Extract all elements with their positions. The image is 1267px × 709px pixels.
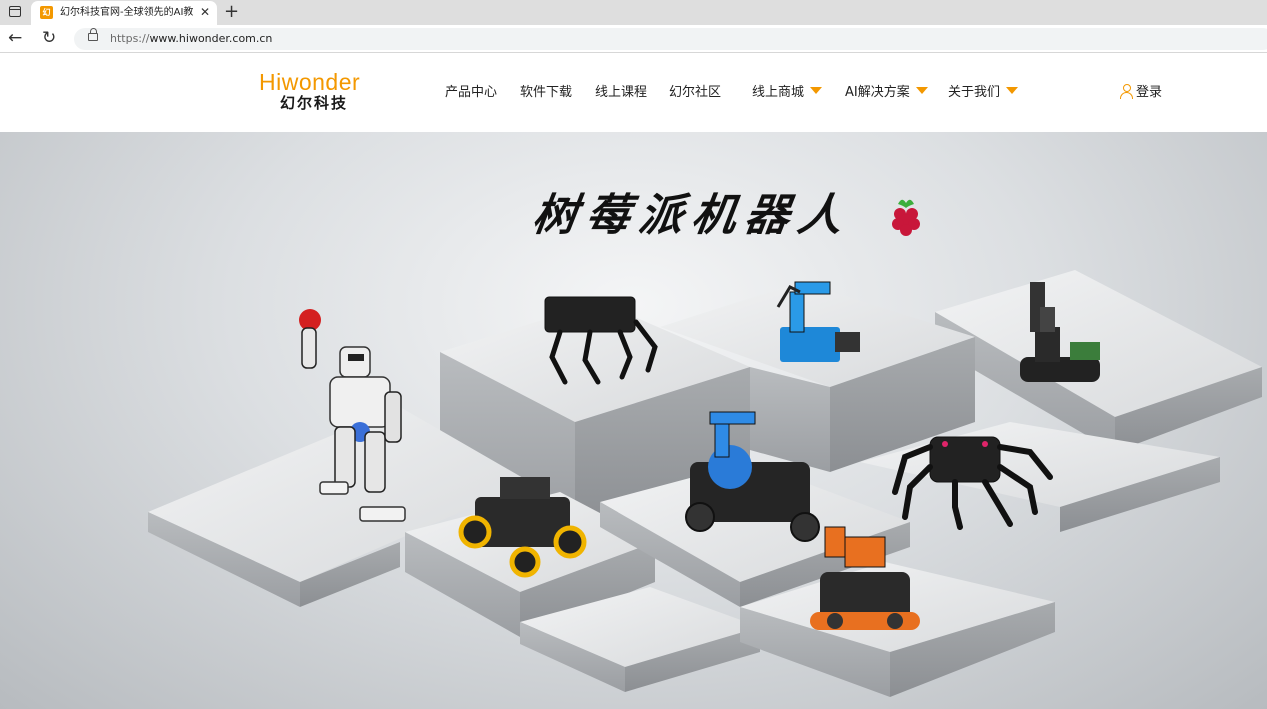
nav-label: 幻尔社区: [669, 85, 722, 100]
hero-banner[interactable]: 树莓派机器人: [0, 132, 1267, 709]
url-host: www.hiwonder.com.cn: [149, 32, 273, 45]
url-input[interactable]: https://www.hiwonder.com.cn: [74, 28, 1267, 50]
nav-item-about[interactable]: 关于我们: [948, 84, 1019, 102]
plus-icon[interactable]: +: [224, 1, 239, 23]
login-label: 登录: [1136, 85, 1163, 100]
back-arrow-icon[interactable]: ←: [8, 28, 22, 48]
site-header: Hiwonder 幻尔科技 产品中心 软件下载 线上课程 幻尔社区 线上商城 A…: [0, 54, 1267, 132]
nav-item-courses[interactable]: 线上课程: [595, 84, 647, 102]
nav-item-software[interactable]: 软件下载: [520, 84, 572, 102]
logo-chinese: 幻尔科技: [280, 94, 349, 112]
address-bar: ← ↻ https://www.hiwonder.com.cn: [0, 25, 1267, 53]
nav-item-community[interactable]: 幻尔社区: [669, 84, 721, 102]
nav-label: 关于我们: [948, 85, 1001, 100]
nav-label: 软件下载: [520, 85, 573, 100]
nav-label: 产品中心: [445, 85, 498, 100]
chevron-down-icon: [915, 87, 928, 94]
nav-item-store[interactable]: 线上商城: [752, 84, 823, 102]
chevron-down-icon: [1006, 87, 1019, 94]
reload-icon[interactable]: ↻: [42, 28, 56, 48]
site-favicon: 幻: [40, 6, 53, 19]
user-icon: [1120, 84, 1133, 99]
hero-title: 树莓派机器人: [529, 190, 854, 242]
window-menu-icon[interactable]: [9, 6, 21, 17]
url-scheme: https://: [110, 32, 150, 45]
lock-icon[interactable]: [88, 28, 98, 41]
nav-label: 线上课程: [595, 85, 648, 100]
chevron-down-icon: [810, 87, 823, 94]
nav-item-products[interactable]: 产品中心: [445, 84, 497, 102]
tab-title: 幻尔科技官网-全球领先的AI教育: [60, 7, 193, 18]
browser-tab[interactable]: 幻 幻尔科技官网-全球领先的AI教育 ✕: [31, 1, 217, 25]
raspberry-icon: [892, 199, 920, 236]
nav-item-ai-solutions[interactable]: AI解决方案: [845, 84, 928, 102]
hero-title-text: 树莓派机器人: [529, 190, 855, 241]
browser-tab-bar: 幻 幻尔科技官网-全球领先的AI教育 ✕ +: [0, 0, 1267, 25]
url-text[interactable]: https://www.hiwonder.com.cn: [110, 32, 272, 46]
logo-english: Hiwonder: [259, 69, 361, 95]
close-icon[interactable]: ✕: [200, 5, 210, 19]
nav-label: AI解决方案: [845, 85, 910, 100]
site-logo[interactable]: Hiwonder 幻尔科技: [259, 69, 389, 113]
nav-label: 线上商城: [752, 85, 805, 100]
hexapod-robot-image: [892, 436, 1053, 530]
login-button[interactable]: 登录: [1120, 84, 1162, 102]
